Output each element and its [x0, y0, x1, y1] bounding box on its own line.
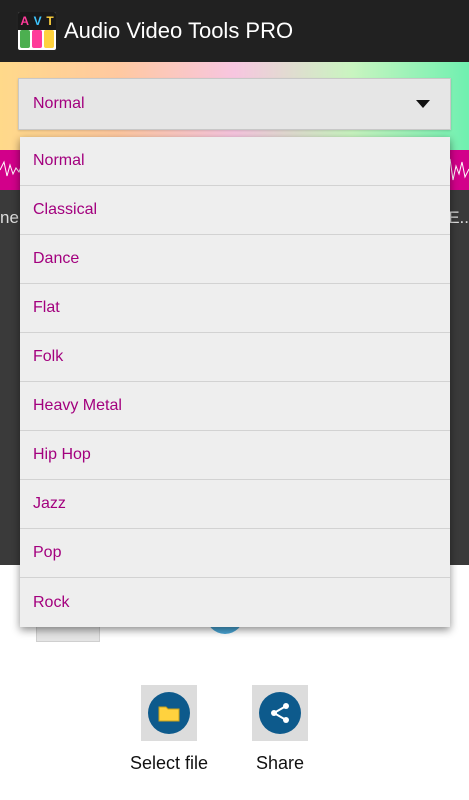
triangle-down-icon	[416, 100, 430, 108]
dropdown-item-classical[interactable]: Classical	[20, 186, 450, 235]
select-file-label: Select file	[129, 753, 209, 773]
dropdown-item-folk[interactable]: Folk	[20, 333, 450, 382]
spinner-selected-value: Normal	[33, 95, 85, 112]
share-tile[interactable]	[252, 685, 308, 741]
app-logo-icon: A V T	[16, 10, 58, 52]
dropdown-item-jazz[interactable]: Jazz	[20, 480, 450, 529]
equalizer-spinner[interactable]: Normal	[18, 78, 451, 130]
dropdown-item-pop[interactable]: Pop	[20, 529, 450, 578]
select-file-tile[interactable]	[141, 685, 197, 741]
dropdown-item-normal[interactable]: Normal	[20, 137, 450, 186]
share-icon	[271, 703, 289, 723]
dropdown-item-rock[interactable]: Rock	[20, 578, 450, 627]
share-label: Share	[255, 753, 305, 773]
background-text-left: ne	[0, 208, 19, 227]
app-bar: A V T Audio Video Tools PRO	[0, 0, 469, 62]
dropdown-item-flat[interactable]: Flat	[20, 284, 450, 333]
select-file-button[interactable]: Select file	[109, 685, 229, 774]
equalizer-dropdown-list: Normal Classical Dance Flat Folk Heavy M…	[20, 137, 450, 627]
dropdown-item-dance[interactable]: Dance	[20, 235, 450, 284]
background-text-right: E..	[448, 208, 469, 227]
app-title: Audio Video Tools PRO	[64, 18, 294, 43]
dropdown-item-heavy-metal[interactable]: Heavy Metal	[20, 382, 450, 431]
share-button[interactable]: Share	[220, 685, 340, 774]
dropdown-item-hip-hop[interactable]: Hip Hop	[20, 431, 450, 480]
folder-icon	[158, 706, 180, 722]
